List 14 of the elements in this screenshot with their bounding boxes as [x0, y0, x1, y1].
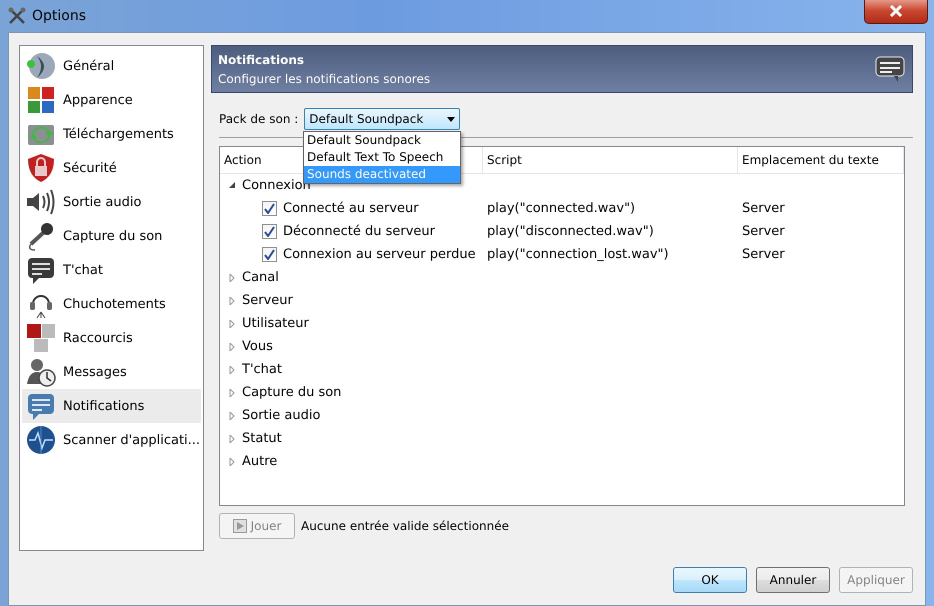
table-cell-text: play("disconnected.wav") [486, 224, 655, 239]
table-cell: Déconnecté du serveur [283, 224, 435, 239]
window-title: Options [32, 8, 88, 24]
table-cell-text: Server [741, 247, 786, 262]
table-cell-text: Server [741, 224, 786, 239]
status-text: Aucune entrée valide sélectionnée [301, 519, 510, 533]
table-cell: Connexion au serveur perdue [283, 247, 476, 262]
table-cell-text: play("connection_lost.wav") [486, 247, 670, 262]
soundpack-label: Pack de son : [219, 112, 298, 126]
table-cell: Connecté au serveur [283, 201, 419, 216]
section-title: Notifications [218, 52, 306, 66]
section-subtitle: Configurer les notifications sonores [218, 72, 432, 86]
table-cell-text: Server [741, 201, 786, 216]
table-cell-text: play("connected.wav") [486, 201, 636, 216]
